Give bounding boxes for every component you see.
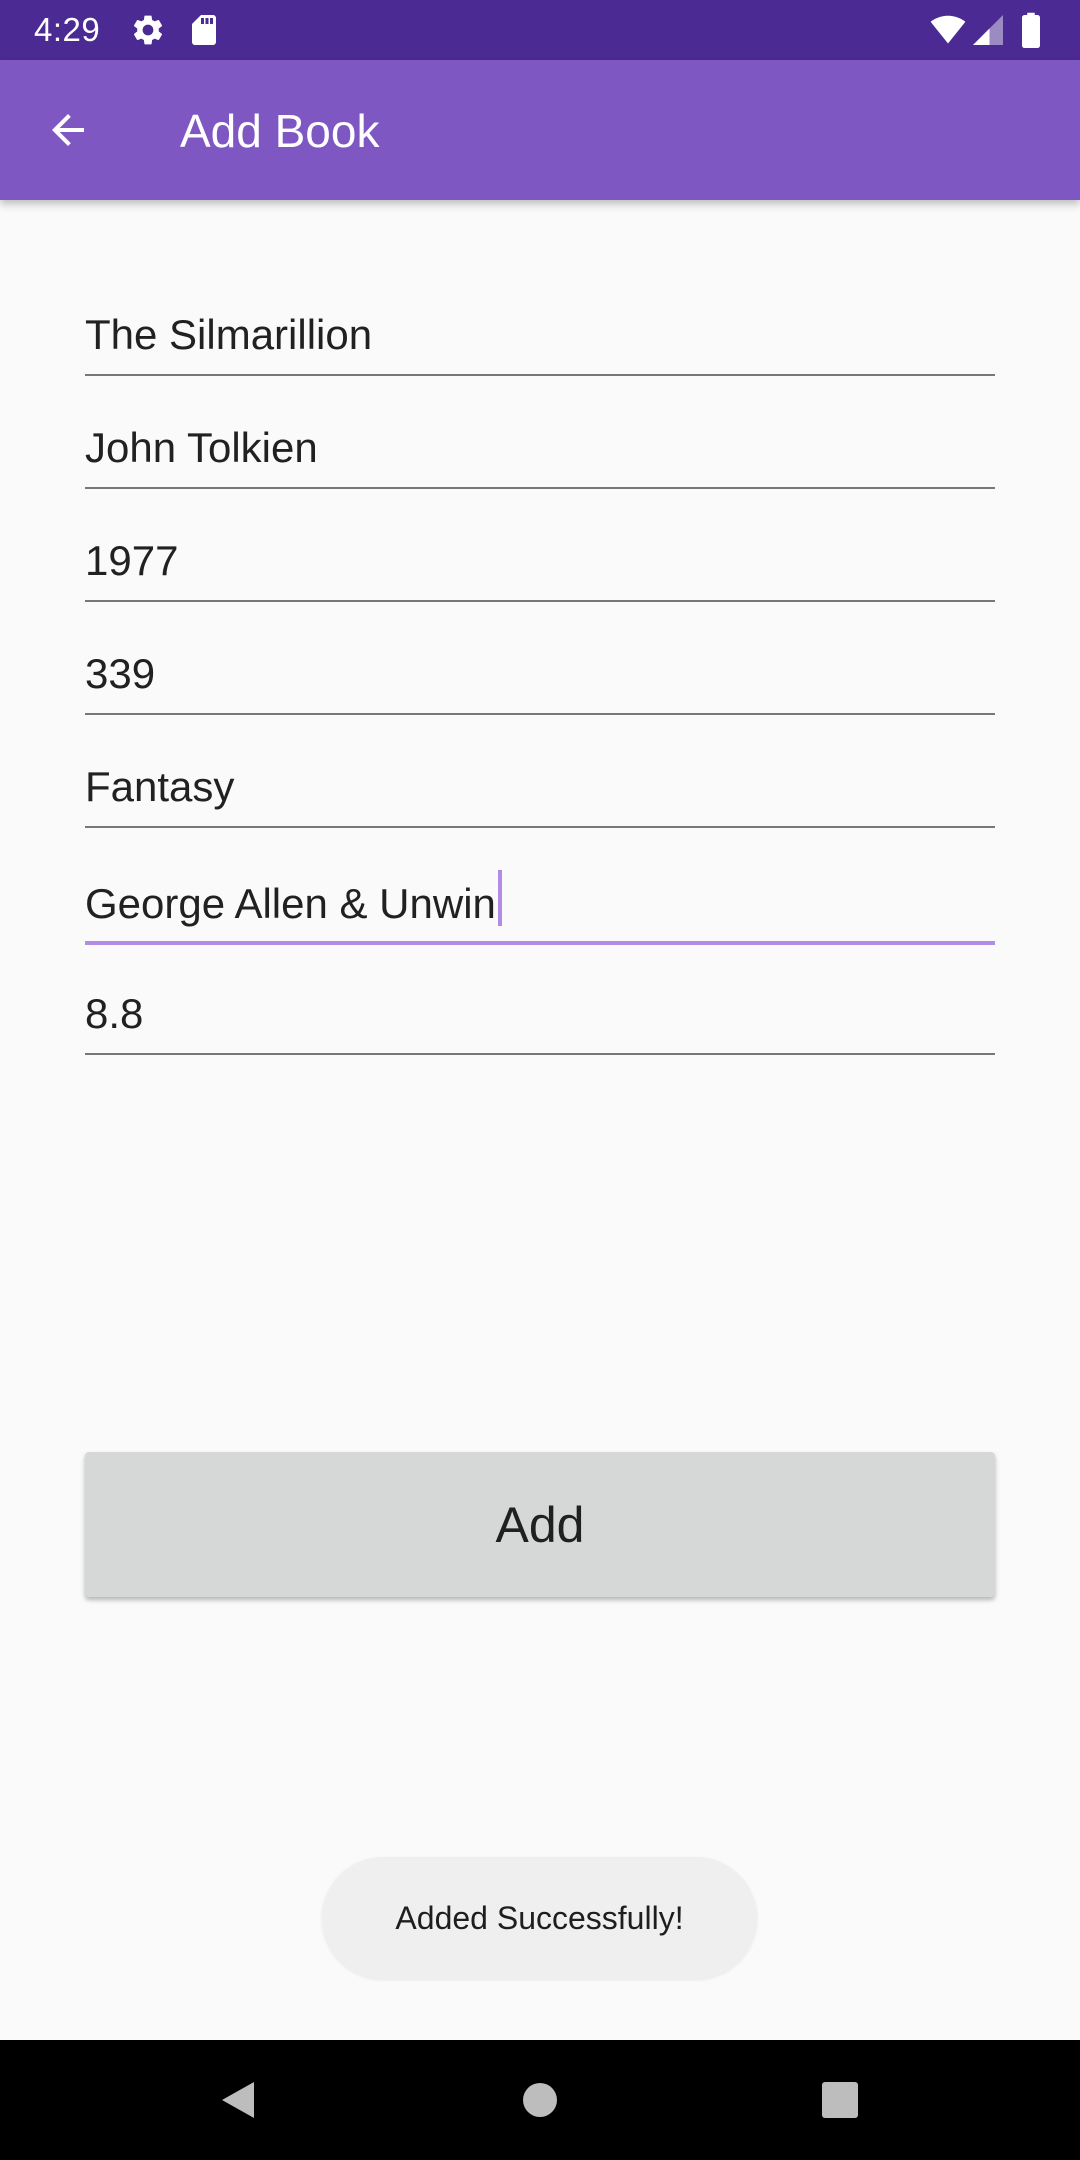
status-time: 4:29 [34,11,101,48]
year-field[interactable]: 1977 [85,516,995,602]
arrow-back-icon [52,114,84,146]
sd-card-icon [186,12,222,48]
home-circle-icon [523,2083,557,2117]
pages-value: 339 [85,650,156,697]
toast-message: Added Successfully! [322,1857,757,1979]
field-underline [85,374,995,376]
author-value: John Tolkien [85,424,318,471]
battery-icon [1016,12,1046,48]
field-underline [85,600,995,602]
pages-field[interactable]: 339 [85,629,995,715]
status-bar: 4:29 [0,0,1080,60]
field-underline [85,713,995,715]
back-button[interactable] [30,92,106,168]
publisher-value: George Allen & Unwin [85,880,496,927]
book-title-field[interactable]: The Silmarillion [85,290,995,376]
publisher-value-wrap: George Allen & Unwin [85,870,502,929]
genre-field[interactable]: Fantasy [85,742,995,828]
add-button[interactable]: Add [85,1452,995,1597]
text-cursor [497,870,502,926]
rating-value: 8.8 [85,990,144,1037]
field-underline-focused [85,941,995,945]
wifi-icon [930,12,966,48]
genre-value: Fantasy [85,763,235,810]
author-field[interactable]: John Tolkien [85,403,995,489]
field-underline [85,826,995,828]
nav-recents-button[interactable] [810,2070,870,2130]
app-bar: Add Book [0,60,1080,200]
nav-back-button[interactable] [208,2070,268,2130]
back-triangle-icon [222,2082,254,2118]
nav-home-button[interactable] [510,2070,570,2130]
rating-field[interactable]: 8.8 [85,969,995,1055]
publisher-field[interactable]: George Allen & Unwin [85,859,995,945]
page-title: Add Book [180,105,380,157]
gear-icon [130,12,166,48]
year-value: 1977 [85,537,179,584]
field-underline [85,1053,995,1055]
recents-square-icon [822,2082,858,2118]
field-underline [85,487,995,489]
cell-signal-icon [970,12,1006,48]
book-title-value: The Silmarillion [85,311,373,358]
navigation-bar [0,2040,1080,2160]
